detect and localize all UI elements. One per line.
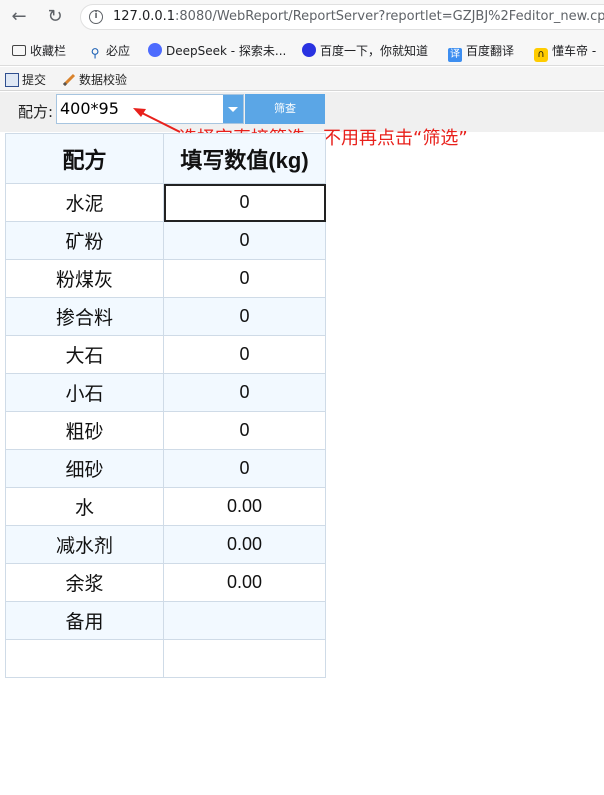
bing-search-icon: ⚲ bbox=[90, 46, 100, 60]
bookmarks-bar: 收藏栏 ⚲ 必应 DeepSeek - 探索未... 百度一下，你就知道 译百度翻… bbox=[0, 34, 604, 66]
table-row: 水泥 0 bbox=[5, 183, 326, 222]
query-button[interactable]: 筛查 bbox=[245, 94, 325, 124]
table-row: 矿粉 0 bbox=[5, 221, 326, 260]
material-name: 大石 bbox=[5, 335, 164, 374]
value-cell[interactable]: 0 bbox=[163, 221, 326, 260]
table-header-row: 配方 填写数值(kg) bbox=[5, 133, 326, 184]
reload-icon[interactable]: ↻ bbox=[44, 6, 66, 28]
validate-button[interactable]: 数据校验 bbox=[62, 71, 127, 88]
table-row: 备用 bbox=[5, 601, 326, 640]
value-cell[interactable]: 0 bbox=[163, 335, 326, 374]
table-row: 粉煤灰 0 bbox=[5, 259, 326, 298]
table-row: 水 0.00 bbox=[5, 487, 326, 526]
material-name: 细砂 bbox=[5, 449, 164, 488]
material-name: 小石 bbox=[5, 373, 164, 412]
bookmark-baidu-translate[interactable]: 译百度翻译 bbox=[448, 42, 514, 62]
report-toolbar: 提交 数据校验 bbox=[0, 67, 604, 91]
deepseek-whale-icon bbox=[148, 43, 162, 57]
table-row: 掺合料 0 bbox=[5, 297, 326, 336]
url-host: 127.0.0.1 bbox=[113, 9, 176, 24]
material-name: 掺合料 bbox=[5, 297, 164, 336]
bookmark-baidu[interactable]: 百度一下，你就知道 bbox=[302, 42, 428, 59]
bookmark-deepseek[interactable]: DeepSeek - 探索未... bbox=[148, 42, 286, 59]
formula-input[interactable]: 400*95 bbox=[60, 99, 119, 118]
value-cell[interactable] bbox=[163, 639, 326, 678]
material-name: 备用 bbox=[5, 601, 164, 640]
table-row: 粗砂 0 bbox=[5, 411, 326, 450]
value-cell[interactable]: 0.00 bbox=[163, 563, 326, 602]
baidu-paw-icon bbox=[302, 43, 316, 57]
dongchedi-icon: ∩ bbox=[534, 48, 548, 62]
material-name: 水泥 bbox=[5, 183, 164, 222]
value-cell[interactable]: 0 bbox=[163, 297, 326, 336]
formula-table: 配方 填写数值(kg) 水泥 0 矿粉 0 粉煤灰 0 掺合料 0 大石 0 小… bbox=[5, 133, 326, 678]
value-cell[interactable]: 0 bbox=[163, 183, 326, 222]
value-cell[interactable]: 0 bbox=[163, 259, 326, 298]
url-path: :8080/WebReport/ReportServer?reportlet=G… bbox=[175, 9, 604, 24]
url-field[interactable]: i 127.0.0.1:8080/WebReport/ReportServer?… bbox=[80, 4, 604, 30]
header-formula: 配方 bbox=[5, 133, 164, 184]
value-cell[interactable]: 0.00 bbox=[163, 487, 326, 526]
bookmark-dongchedi[interactable]: ∩ 懂车帝 - bbox=[534, 42, 596, 62]
value-cell[interactable]: 0.00 bbox=[163, 525, 326, 564]
table-row: 大石 0 bbox=[5, 335, 326, 374]
material-name: 水 bbox=[5, 487, 164, 526]
table-row bbox=[5, 639, 326, 678]
bookmark-favorites[interactable]: 收藏栏 bbox=[12, 42, 66, 59]
browser-address-bar: ← ↻ i 127.0.0.1:8080/WebReport/ReportSer… bbox=[0, 0, 604, 34]
table-row: 小石 0 bbox=[5, 373, 326, 412]
material-name bbox=[5, 639, 164, 678]
material-name: 减水剂 bbox=[5, 525, 164, 564]
back-arrow-icon[interactable]: ← bbox=[8, 6, 30, 28]
site-info-icon[interactable]: i bbox=[89, 10, 103, 24]
material-name: 矿粉 bbox=[5, 221, 164, 260]
chevron-down-icon[interactable] bbox=[223, 95, 243, 123]
formula-label: 配方: bbox=[18, 103, 54, 121]
bookmark-bing[interactable]: ⚲ 必应 bbox=[88, 42, 130, 60]
table-row: 减水剂 0.00 bbox=[5, 525, 326, 564]
pencil-icon bbox=[62, 73, 76, 87]
table-row: 细砂 0 bbox=[5, 449, 326, 488]
submit-button[interactable]: 提交 bbox=[5, 71, 46, 88]
header-value: 填写数值(kg) bbox=[163, 133, 326, 184]
value-cell[interactable] bbox=[163, 601, 326, 640]
save-disk-icon bbox=[5, 73, 19, 87]
table-row: 余浆 0.00 bbox=[5, 563, 326, 602]
material-name: 粗砂 bbox=[5, 411, 164, 450]
translate-icon: 译 bbox=[448, 48, 462, 62]
folder-icon bbox=[12, 45, 26, 56]
value-cell[interactable]: 0 bbox=[163, 449, 326, 488]
material-name: 粉煤灰 bbox=[5, 259, 164, 298]
material-name: 余浆 bbox=[5, 563, 164, 602]
value-cell[interactable]: 0 bbox=[163, 411, 326, 450]
value-cell[interactable]: 0 bbox=[163, 373, 326, 412]
